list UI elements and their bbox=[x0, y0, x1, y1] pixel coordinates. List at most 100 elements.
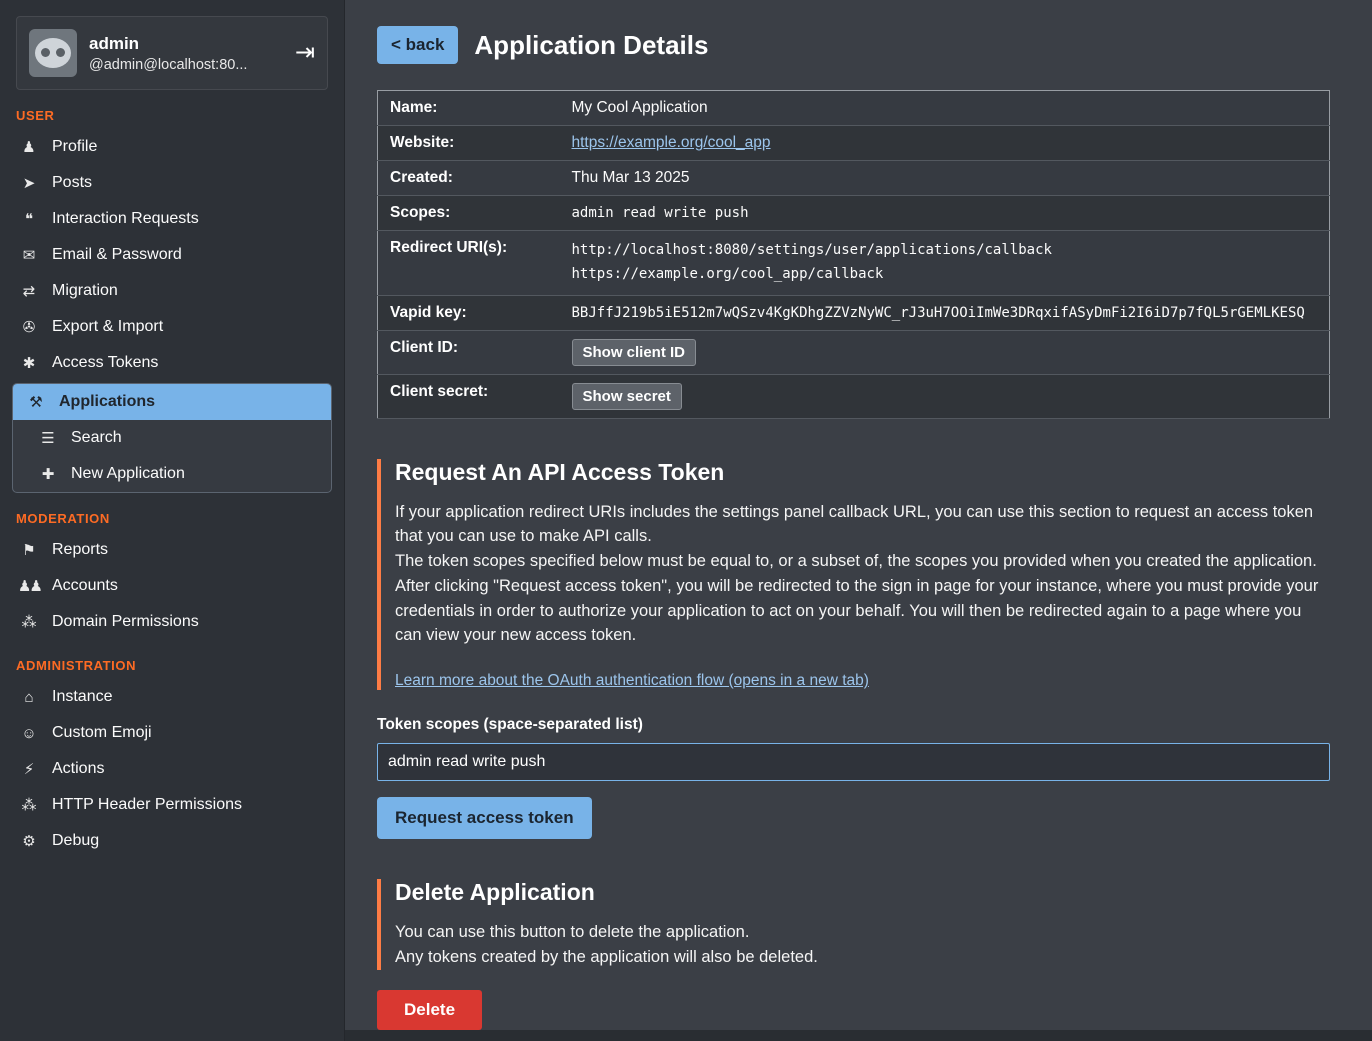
paper-plane-icon: ➤ bbox=[18, 174, 38, 192]
delete-application-heading: Delete Application bbox=[395, 879, 1330, 906]
user-card: admin @admin@localhost:80... ⇥ bbox=[16, 16, 328, 90]
sidebar-item-actions[interactable]: ⚡ Actions bbox=[0, 751, 344, 787]
request-token-paragraph: The token scopes specified below must be… bbox=[395, 549, 1330, 574]
sidebar-item-label: Domain Permissions bbox=[52, 613, 199, 631]
user-icon: ♟ bbox=[18, 138, 38, 156]
sidebar-item-access-tokens[interactable]: ✱ Access Tokens bbox=[0, 345, 344, 381]
sidebar-item-label: Posts bbox=[52, 174, 92, 192]
delete-application-line: You can use this button to delete the ap… bbox=[395, 920, 1330, 945]
plus-icon: ✚ bbox=[37, 465, 57, 483]
table-row-scopes: Scopes: admin read write push bbox=[378, 196, 1330, 231]
request-token-heading: Request An API Access Token bbox=[395, 459, 1330, 486]
sidebar-subitem-new-application[interactable]: ✚ New Application bbox=[13, 456, 331, 492]
application-details-table: Name: My Cool Application Website: https… bbox=[377, 90, 1330, 419]
token-scopes-input[interactable] bbox=[377, 743, 1330, 781]
sidebar-item-profile[interactable]: ♟ Profile bbox=[0, 129, 344, 165]
table-row-vapid-key: Vapid key: BBJffJ219b5iE512m7wQSzv4KgKDh… bbox=[378, 295, 1330, 330]
show-client-id-button[interactable]: Show client ID bbox=[572, 339, 697, 366]
request-token-section: Request An API Access Token If your appl… bbox=[377, 459, 1330, 691]
sidebar-item-export-import[interactable]: ✇ Export & Import bbox=[0, 309, 344, 345]
row-label: Client ID: bbox=[378, 330, 566, 374]
sidebar-item-label: Applications bbox=[59, 393, 155, 411]
share-nodes-icon: ⁂ bbox=[18, 613, 38, 631]
exchange-arrows-icon: ⇄ bbox=[18, 282, 38, 300]
oauth-docs-link[interactable]: Learn more about the OAuth authenticatio… bbox=[395, 672, 869, 690]
sidebar-item-email-password[interactable]: ✉ Email & Password bbox=[0, 237, 344, 273]
sitemap-icon: ⌂ bbox=[18, 689, 38, 706]
applications-group: ⚒ Applications ☰ Search ✚ New Applicatio… bbox=[12, 383, 332, 493]
sidebar-item-label: Interaction Requests bbox=[52, 210, 199, 228]
sidebar-item-migration[interactable]: ⇄ Migration bbox=[0, 273, 344, 309]
row-value: Show secret bbox=[566, 374, 1330, 418]
row-label: Created: bbox=[378, 161, 566, 196]
network-icon: ⁂ bbox=[18, 796, 38, 814]
sidebar-item-label: Profile bbox=[52, 138, 97, 156]
table-row-client-id: Client ID: Show client ID bbox=[378, 330, 1330, 374]
back-button[interactable]: < back bbox=[377, 26, 458, 64]
sidebar-nav-user: ♟ Profile ➤ Posts ❝ Interaction Requests… bbox=[0, 129, 344, 493]
show-secret-button[interactable]: Show secret bbox=[572, 383, 682, 410]
logout-icon[interactable]: ⇥ bbox=[295, 41, 315, 65]
table-row-name: Name: My Cool Application bbox=[378, 91, 1330, 126]
sidebar-item-label: Export & Import bbox=[52, 318, 163, 336]
request-token-paragraph: If your application redirect URIs includ… bbox=[395, 500, 1330, 550]
table-row-created: Created: Thu Mar 13 2025 bbox=[378, 161, 1330, 196]
delete-application-line: Any tokens created by the application wi… bbox=[395, 945, 1330, 970]
row-value: Show client ID bbox=[566, 330, 1330, 374]
main-content: < back Application Details Name: My Cool… bbox=[345, 0, 1372, 1030]
sidebar-item-label: New Application bbox=[71, 465, 185, 483]
sidebar-item-label: Reports bbox=[52, 541, 108, 559]
sidebar-item-domain-permissions[interactable]: ⁂ Domain Permissions bbox=[0, 604, 344, 640]
sidebar-nav-moderation: ⚑ Reports ♟♟ Accounts ⁂ Domain Permissio… bbox=[0, 532, 344, 640]
asterisk-icon: ✱ bbox=[18, 354, 38, 372]
sidebar-item-label: Search bbox=[71, 429, 122, 447]
sidebar-item-label: Custom Emoji bbox=[52, 724, 152, 742]
website-link[interactable]: https://example.org/cool_app bbox=[572, 134, 771, 151]
user-name: admin bbox=[89, 34, 247, 54]
request-access-token-button[interactable]: Request access token bbox=[377, 797, 592, 839]
sidebar-item-label: Email & Password bbox=[52, 246, 182, 264]
sidebar-subitem-search[interactable]: ☰ Search bbox=[13, 420, 331, 456]
row-label: Website: bbox=[378, 126, 566, 161]
sidebar-item-label: Actions bbox=[52, 760, 104, 778]
row-label: Name: bbox=[378, 91, 566, 126]
sidebar-item-debug[interactable]: ⚙ Debug bbox=[0, 823, 344, 859]
bolt-icon: ⚡ bbox=[18, 760, 38, 778]
lock-icon: ✉ bbox=[18, 246, 38, 264]
request-token-paragraph: After clicking "Request access token", y… bbox=[395, 574, 1330, 648]
redirect-uri: https://example.org/cool_app/callback bbox=[572, 263, 1324, 287]
sidebar-item-instance[interactable]: ⌂ Instance bbox=[0, 679, 344, 715]
sidebar-item-posts[interactable]: ➤ Posts bbox=[0, 165, 344, 201]
sidebar-item-reports[interactable]: ⚑ Reports bbox=[0, 532, 344, 568]
table-row-redirect-uris: Redirect URI(s): http://localhost:8080/s… bbox=[378, 231, 1330, 296]
sidebar-item-label: Access Tokens bbox=[52, 354, 158, 372]
token-scopes-label: Token scopes (space-separated list) bbox=[377, 716, 1330, 734]
delete-application-section: Delete Application You can use this butt… bbox=[377, 879, 1330, 970]
row-value: BBJffJ219b5iE512m7wQSzv4KgKDhgZZVzNyWC_r… bbox=[566, 295, 1330, 330]
sidebar-item-label: Migration bbox=[52, 282, 118, 300]
row-label: Scopes: bbox=[378, 196, 566, 231]
users-icon: ♟♟ bbox=[18, 577, 38, 595]
table-row-client-secret: Client secret: Show secret bbox=[378, 374, 1330, 418]
sidebar-section-administration: ADMINISTRATION bbox=[16, 658, 328, 673]
row-value: My Cool Application bbox=[566, 91, 1330, 126]
comment-icon: ❝ bbox=[18, 210, 38, 228]
avatar bbox=[29, 29, 77, 77]
row-value: https://example.org/cool_app bbox=[566, 126, 1330, 161]
user-handle: @admin@localhost:80... bbox=[89, 57, 247, 73]
sidebar-item-label: Accounts bbox=[52, 577, 118, 595]
sidebar-item-applications[interactable]: ⚒ Applications bbox=[13, 384, 331, 420]
bug-icon: ⚙ bbox=[18, 832, 38, 850]
flag-icon: ⚑ bbox=[18, 541, 38, 559]
row-value: http://localhost:8080/settings/user/appl… bbox=[566, 231, 1330, 296]
sidebar-item-label: Debug bbox=[52, 832, 99, 850]
sidebar-item-interaction-requests[interactable]: ❝ Interaction Requests bbox=[0, 201, 344, 237]
sidebar-item-http-header-permissions[interactable]: ⁂ HTTP Header Permissions bbox=[0, 787, 344, 823]
app-root: admin @admin@localhost:80... ⇥ USER ♟ Pr… bbox=[0, 0, 1372, 1041]
delete-button[interactable]: Delete bbox=[377, 990, 482, 1030]
row-label: Client secret: bbox=[378, 374, 566, 418]
redirect-uri: http://localhost:8080/settings/user/appl… bbox=[572, 239, 1324, 263]
sidebar-section-user: USER bbox=[16, 108, 328, 123]
sidebar-item-custom-emoji[interactable]: ☺ Custom Emoji bbox=[0, 715, 344, 751]
sidebar-item-accounts[interactable]: ♟♟ Accounts bbox=[0, 568, 344, 604]
